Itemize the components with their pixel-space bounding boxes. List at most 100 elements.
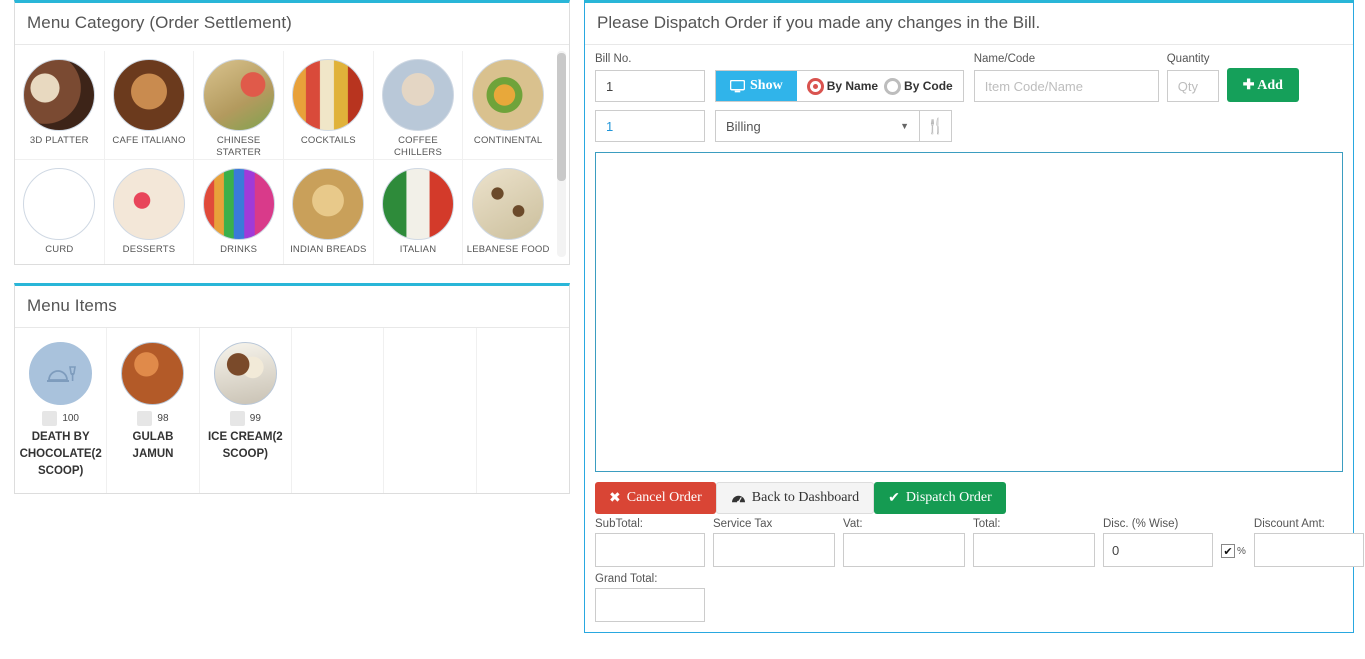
add-button[interactable]: ✚ Add	[1226, 68, 1299, 102]
back-to-dashboard-button[interactable]: Back to Dashboard	[715, 482, 875, 514]
menu-items-title: Menu Items	[27, 296, 117, 315]
times-icon: ✖	[609, 490, 621, 506]
drinks-image	[202, 168, 275, 240]
category-label: CURD	[45, 244, 74, 255]
menu-category-grid: 3D PLATTER CAFE ITALIANO CHINESE STARTER CO…	[15, 51, 553, 264]
bill-no-label: Bill No.	[595, 53, 632, 65]
menu-item-price: 100	[62, 413, 79, 424]
order-type-select[interactable]: Billing ▼	[715, 110, 920, 142]
total-group: Total:	[973, 518, 1095, 567]
category-cell[interactable]: COCKTAILS	[283, 51, 374, 160]
category-scrollbar-thumb[interactable]	[557, 53, 566, 181]
quantity-input[interactable]	[1166, 70, 1219, 102]
grand-total-group: Grand Total:	[595, 573, 1353, 622]
order-action-buttons: ✖ Cancel Order Back to Dashboard ✔ Dispa…	[595, 482, 1353, 514]
category-label: LEBANESE FOOD	[466, 244, 550, 255]
add-button-label: Add	[1257, 77, 1283, 93]
menu-item-cell-empty	[477, 328, 569, 493]
category-cell[interactable]: CHINESE STARTER	[194, 51, 284, 160]
continental-dish-image	[472, 59, 545, 131]
total-input[interactable]	[973, 533, 1095, 567]
category-label: CONTINENTAL	[473, 135, 543, 146]
subtotal-input[interactable]	[595, 533, 705, 567]
bill-form-row-1: Bill No. Show By Name	[595, 53, 1343, 102]
service-tax-group: Service Tax	[713, 518, 835, 567]
name-code-input[interactable]	[973, 70, 1159, 102]
quantity-group: Quantity	[1166, 53, 1219, 102]
menu-item-label: DEATH BY CHOCOLATE(2 SCOOP)	[19, 431, 102, 477]
lebanese-food-image	[472, 168, 545, 240]
left-column: Menu Category (Order Settlement) 3D PLAT…	[14, 0, 570, 512]
category-cell[interactable]: DRINKS	[194, 160, 284, 264]
grand-total-input[interactable]	[595, 588, 705, 622]
menu-item-cell[interactable]: 100 DEATH BY CHOCOLATE(2 SCOOP)	[15, 328, 108, 493]
cancel-order-button[interactable]: ✖ Cancel Order	[595, 482, 716, 514]
radio-by-name[interactable]: By Name	[806, 77, 878, 95]
totals-row: SubTotal: Service Tax Vat: Total: Disc. …	[595, 518, 1364, 567]
service-tax-input[interactable]	[713, 533, 835, 567]
category-cell[interactable]: DESSERTS	[105, 160, 195, 264]
subtotal-label: SubTotal:	[595, 518, 643, 530]
discount-pct-group: Disc. (% Wise)	[1103, 518, 1213, 567]
broken-image-icon	[42, 411, 58, 426]
name-code-label: Name/Code	[973, 53, 1036, 65]
vat-group: Vat:	[843, 518, 965, 567]
coffee-shake-image	[381, 59, 454, 131]
category-cell[interactable]: ITALIAN	[374, 160, 464, 264]
show-button[interactable]: Show	[716, 71, 797, 101]
coffee-cup-image	[112, 59, 185, 131]
bill-no-input[interactable]	[595, 70, 705, 102]
dispatch-order-button[interactable]: ✔ Dispatch Order	[874, 482, 1006, 514]
radio-by-code-label: By Code	[904, 79, 953, 93]
show-button-label: Show	[750, 78, 783, 93]
indian-breads-image	[292, 168, 365, 240]
discount-amt-group: Discount Amt:	[1253, 518, 1364, 567]
menu-category-scroll-area[interactable]: 3D PLATTER CAFE ITALIANO CHINESE STARTER CO…	[15, 45, 569, 264]
discount-pct-label: Disc. (% Wise)	[1103, 518, 1179, 530]
category-cell[interactable]: COFFEE CHILLERS	[373, 51, 464, 160]
bill-panel-title: Please Dispatch Order if you made any ch…	[597, 13, 1041, 32]
menu-item-cell[interactable]: 98 GULAB JAMUN	[107, 328, 200, 493]
vat-label: Vat:	[843, 518, 863, 530]
vat-input[interactable]	[843, 533, 965, 567]
menu-category-header: Menu Category (Order Settlement)	[15, 3, 569, 45]
radio-by-code[interactable]: By Code	[884, 77, 953, 95]
show-radio-group: Show By Name By Code	[715, 70, 964, 102]
table-no-input[interactable]	[595, 110, 705, 142]
category-cell[interactable]: LEBANESE FOOD	[463, 160, 553, 264]
menu-items-panel: Menu Items 100 DEATH BY CHOCOLATE(2 SCOOP…	[14, 283, 570, 494]
menu-items-header: Menu Items	[15, 286, 569, 328]
broken-image-icon	[229, 411, 245, 426]
fork-knife-icon: 🍴	[926, 118, 945, 135]
bill-no-group: Bill No.	[595, 53, 705, 102]
discount-pct-input[interactable]	[1103, 533, 1213, 567]
back-to-dashboard-label: Back to Dashboard	[751, 490, 860, 505]
menu-item-cell[interactable]: 99 ICE CREAM(2 SCOOP)	[200, 328, 292, 493]
menu-items-grid: 100 DEATH BY CHOCOLATE(2 SCOOP) 98 GULAB JA…	[15, 328, 569, 493]
fork-knife-button[interactable]: 🍴	[920, 110, 952, 142]
ice-cream-image	[213, 342, 277, 405]
percent-label: %	[1237, 545, 1246, 557]
order-type-group: Billing ▼ 🍴	[715, 110, 952, 142]
menu-item-price: 98	[157, 413, 169, 424]
category-cell[interactable]: CAFE ITALIANO	[104, 51, 195, 160]
menu-item-price-row: 98	[111, 411, 194, 426]
percent-checkbox[interactable]: ✔	[1221, 544, 1235, 558]
plus-icon: ✚	[1242, 77, 1255, 93]
monitor-icon	[730, 79, 745, 92]
menu-item-price: 99	[249, 413, 261, 424]
category-cell[interactable]: CURD	[15, 160, 105, 264]
category-cell[interactable]: CONTINENTAL	[463, 51, 553, 160]
bill-items-table[interactable]	[595, 152, 1343, 472]
spring-rolls-image	[202, 59, 275, 131]
radio-by-name-dot	[806, 77, 824, 95]
discount-amt-input[interactable]	[1253, 533, 1364, 567]
service-tax-label: Service Tax	[713, 518, 773, 530]
cancel-order-label: Cancel Order	[626, 490, 702, 505]
menu-item-label: GULAB JAMUN	[132, 431, 174, 460]
menu-item-price-row: 99	[204, 411, 287, 426]
category-cell[interactable]: 3D PLATTER	[15, 51, 105, 160]
category-cell[interactable]: INDIAN BREADS	[284, 160, 374, 264]
radio-by-code-dot	[884, 77, 902, 95]
bill-panel-header: Please Dispatch Order if you made any ch…	[585, 3, 1353, 45]
